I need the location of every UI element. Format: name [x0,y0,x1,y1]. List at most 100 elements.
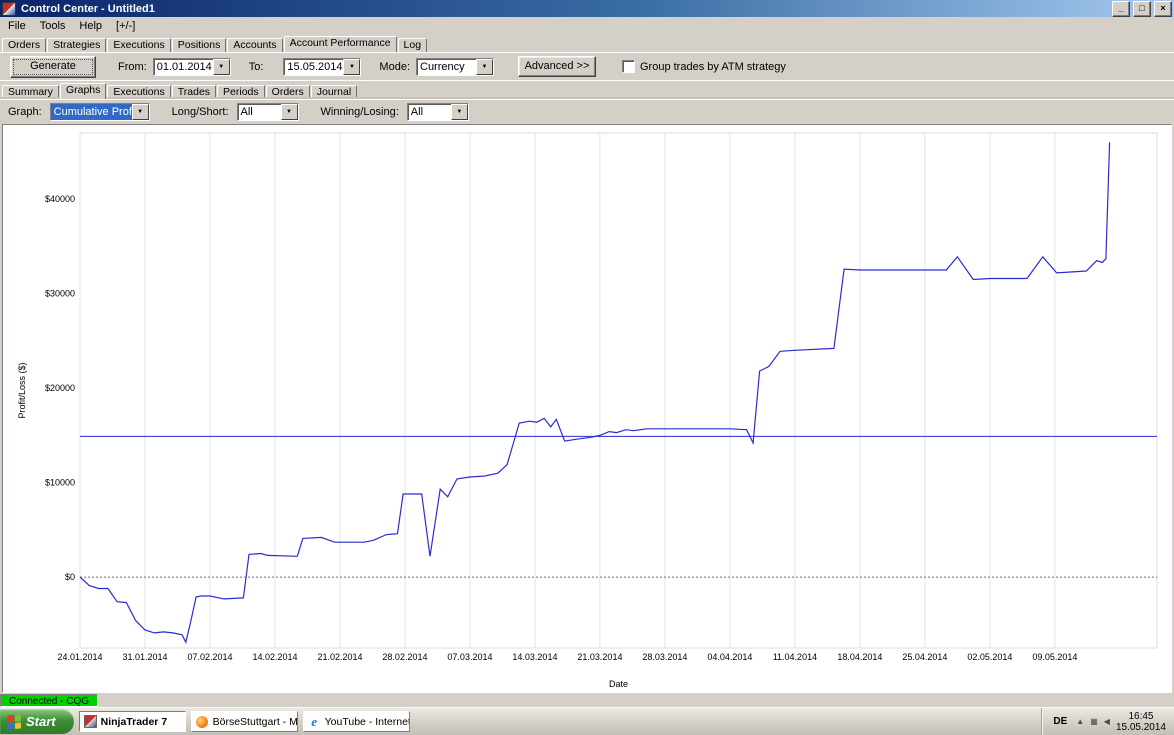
subtab-trades[interactable]: Trades [172,85,216,99]
chevron-down-icon[interactable]: ▼ [213,59,230,75]
advanced-button[interactable]: Advanced >> [518,56,596,77]
tab-positions[interactable]: Positions [172,38,227,52]
menu-tools[interactable]: Tools [33,19,73,33]
y-tick-label: $20000 [45,383,75,393]
subtab-journal[interactable]: Journal [311,85,357,99]
taskbar-item-internet-explorer[interactable]: e YouTube - Internet E... [303,711,410,732]
taskbar-item-ninjatrader[interactable]: NinjaTrader 7 [79,711,186,732]
y-tick-label: $40000 [45,194,75,204]
mode-combobox[interactable]: Currency ▼ [416,58,494,76]
subtab-executions[interactable]: Executions [107,85,170,99]
x-tick-label: 18.04.2014 [837,652,882,662]
language-indicator[interactable]: DE [1050,715,1070,728]
minimize-button[interactable]: _ [1112,1,1130,17]
group-trades-label: Group trades by ATM strategy [640,61,786,73]
x-tick-label: 24.01.2014 [57,652,102,662]
chevron-down-icon[interactable]: ▼ [476,59,493,75]
y-tick-label: $10000 [45,478,75,488]
winning-losing-value: All [408,104,451,120]
window-title: Control Center - Untitled1 [19,3,1109,15]
plot-area [80,133,1157,648]
x-tick-label: 25.04.2014 [902,652,947,662]
to-date-combobox[interactable]: 15.05.2014 ▼ [283,58,361,76]
tab-log[interactable]: Log [398,38,428,52]
app-icon [2,2,16,16]
x-axis-label: Date [609,679,628,689]
winning-losing-combobox[interactable]: All ▼ [407,103,469,121]
task-label: YouTube - Internet E... [325,716,410,728]
x-tick-label: 21.03.2014 [577,652,622,662]
taskbar: Start NinjaTrader 7 BörseStuttgart - Moz… [0,707,1174,735]
maximize-button[interactable]: □ [1133,1,1151,17]
firefox-icon [196,715,209,728]
ninjatrader-icon [84,715,97,728]
task-label: NinjaTrader 7 [101,716,168,728]
mode-value: Currency [417,59,476,75]
x-tick-label: 28.02.2014 [382,652,427,662]
y-tick-label: $0 [65,572,75,582]
long-short-label: Long/Short: [172,106,229,118]
x-tick-label: 14.02.2014 [252,652,297,662]
network-icon[interactable]: ▦ [1090,718,1098,726]
x-tick-label: 07.03.2014 [447,652,492,662]
tab-orders[interactable]: Orders [2,38,46,52]
tab-accounts[interactable]: Accounts [227,38,282,52]
start-label: Start [26,714,56,729]
clock-time: 16:45 [1116,711,1166,722]
winning-losing-label: Winning/Losing: [321,106,399,118]
y-tick-label: $30000 [45,289,75,299]
start-button[interactable]: Start [0,709,74,734]
internet-explorer-icon: e [308,715,321,728]
from-date-combobox[interactable]: 01.01.2014 ▼ [153,58,231,76]
titlebar: Control Center - Untitled1 _ □ × [0,0,1174,17]
windows-logo-icon [7,714,21,729]
menubar: File Tools Help [+/-] [0,17,1174,34]
x-tick-label: 02.05.2014 [967,652,1012,662]
x-tick-label: 04.04.2014 [707,652,752,662]
to-label: To: [249,61,264,73]
control-center-window: Control Center - Untitled1 _ □ × File To… [0,0,1174,707]
graph-type-combobox[interactable]: Cumulative Profit ▼ [50,103,150,121]
menu-help[interactable]: Help [72,19,109,33]
clock-date: 15.05.2014 [1116,722,1166,733]
x-tick-label: 14.03.2014 [512,652,557,662]
chevron-down-icon[interactable]: ▼ [132,104,149,120]
chevron-down-icon[interactable]: ▼ [343,59,360,75]
from-date-value: 01.01.2014 [154,59,213,75]
hide-icons-chevron-icon[interactable]: ▲ [1076,718,1084,726]
graph-controls: Graph: Cumulative Profit ▼ Long/Short: A… [0,99,1174,124]
tab-executions[interactable]: Executions [107,38,170,52]
x-tick-label: 21.02.2014 [317,652,362,662]
statusbar: Connected - CQG [0,694,1174,707]
task-label: BörseStuttgart - Mozil... [213,716,298,728]
subtab-orders[interactable]: Orders [266,85,310,99]
subtab-graphs[interactable]: Graphs [60,83,106,99]
close-button[interactable]: × [1154,1,1172,17]
checkbox-icon[interactable] [622,60,635,73]
sub-tabstrip: Summary Graphs Executions Trades Periods… [0,80,1174,99]
tab-strategies[interactable]: Strategies [47,38,106,52]
from-label: From: [118,61,147,73]
chevron-down-icon[interactable]: ▼ [451,104,468,120]
menu-plus-minus[interactable]: [+/-] [109,19,142,33]
x-tick-label: 11.04.2014 [773,652,817,662]
volume-icon[interactable]: ◀ [1104,718,1110,726]
subtab-summary[interactable]: Summary [2,85,59,99]
desktop-screen: Control Center - Untitled1 _ □ × File To… [0,0,1174,735]
mode-label: Mode: [379,61,410,73]
cumulative-profit-chart: 24.01.201431.01.201407.02.201414.02.2014… [3,125,1171,692]
long-short-combobox[interactable]: All ▼ [237,103,299,121]
to-date-value: 15.05.2014 [284,59,343,75]
menu-file[interactable]: File [1,19,33,33]
group-trades-checkbox[interactable]: Group trades by ATM strategy [622,60,786,73]
tab-account-performance[interactable]: Account Performance [284,36,397,52]
x-tick-label: 07.02.2014 [187,652,232,662]
chevron-down-icon[interactable]: ▼ [281,104,298,120]
main-tabstrip: Orders Strategies Executions Positions A… [0,34,1174,52]
x-tick-label: 09.05.2014 [1032,652,1077,662]
taskbar-item-firefox[interactable]: BörseStuttgart - Mozil... [191,711,298,732]
connection-status: Connected - CQG [0,694,98,707]
graph-label: Graph: [8,106,42,118]
subtab-periods[interactable]: Periods [217,85,265,99]
generate-button[interactable]: Generate [10,56,96,78]
